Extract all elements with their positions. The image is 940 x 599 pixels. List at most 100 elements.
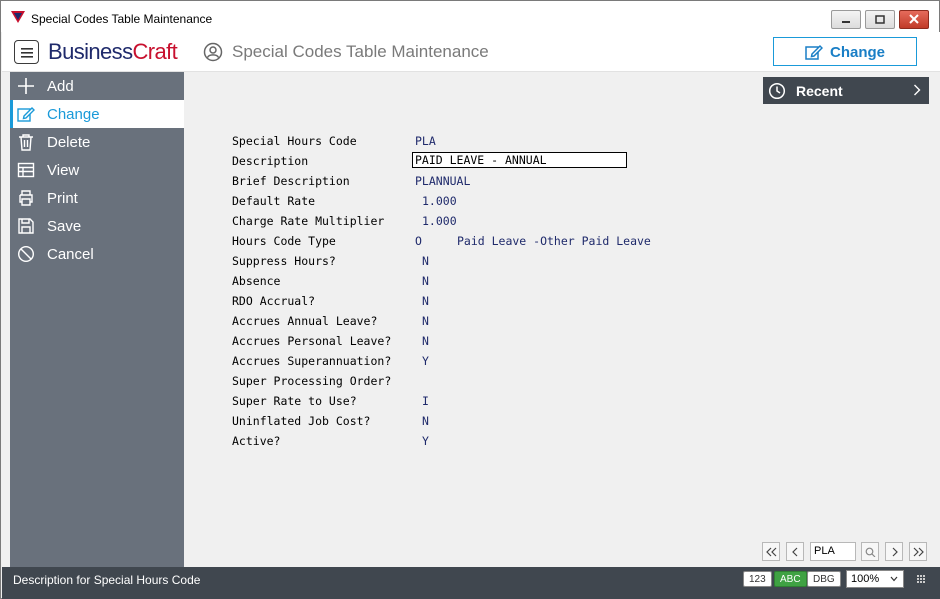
field-value[interactable]: I — [422, 394, 429, 408]
field-label: RDO Accrual? — [232, 294, 316, 308]
field-label: Accrues Annual Leave? — [232, 314, 378, 328]
close-button[interactable] — [899, 10, 929, 29]
app-logo-icon — [11, 11, 25, 23]
app-window: Special Codes Table Maintenance Business… — [0, 0, 940, 599]
sidebar-item-label: Print — [47, 190, 78, 207]
maximize-icon — [875, 15, 885, 24]
table-icon — [17, 162, 35, 178]
hamburger-icon — [21, 48, 33, 58]
sidebar-item-label: Add — [47, 78, 74, 95]
plus-icon — [18, 78, 34, 94]
menu-button[interactable] — [14, 40, 39, 64]
field-value[interactable]: N — [422, 414, 429, 428]
double-chevron-right-icon — [913, 547, 924, 557]
chevron-down-icon — [890, 576, 898, 582]
field-value[interactable]: N — [422, 314, 429, 328]
status-bar: Description for Special Hours Code 123 A… — [2, 567, 940, 599]
record-code-input[interactable]: PLA — [810, 542, 856, 561]
clock-icon — [768, 82, 786, 100]
save-icon — [18, 218, 34, 234]
field-label: Description — [232, 154, 309, 168]
numeric-mode-indicator[interactable]: 123 — [743, 571, 772, 587]
logo-text-craft: Craft — [132, 39, 178, 64]
cancel-icon — [17, 245, 35, 263]
field-label: Suppress Hours? — [232, 254, 336, 268]
sidebar-item-delete[interactable]: Delete — [10, 128, 184, 156]
sidebar-item-change[interactable]: Change — [10, 100, 184, 128]
field-label: Hours Code Type — [232, 234, 336, 248]
double-chevron-left-icon — [766, 547, 777, 557]
field-label: Accrues Superannuation? — [232, 354, 392, 368]
page-title: Special Codes Table Maintenance — [232, 42, 489, 61]
debug-mode-indicator[interactable]: DBG — [807, 571, 841, 587]
field-label: Absence — [232, 274, 281, 288]
sidebar-item-view[interactable]: View — [10, 156, 184, 184]
field-value[interactable]: N — [422, 274, 429, 288]
chevron-right-icon — [914, 84, 921, 96]
field-label: Special Hours Code — [232, 134, 357, 148]
previous-record-button[interactable] — [786, 542, 804, 561]
edit-icon — [805, 44, 823, 60]
left-margin — [2, 72, 10, 567]
maximize-button[interactable] — [865, 10, 895, 29]
field-value[interactable]: PLA — [415, 134, 436, 148]
main-content: Recent Special Hours Code PLA Descriptio… — [184, 72, 940, 567]
field-value-description: Paid Leave -Other Paid Leave — [457, 234, 651, 248]
field-label: Uninflated Job Cost? — [232, 414, 371, 428]
sidebar-item-add[interactable]: Add — [10, 72, 184, 100]
search-record-button[interactable] — [861, 542, 879, 561]
sidebar-item-label: Save — [47, 218, 82, 235]
field-label: Active? — [232, 434, 281, 448]
close-icon — [909, 14, 919, 24]
user-circle-icon — [203, 42, 223, 62]
description-input[interactable]: PAID LEAVE - ANNUAL — [412, 152, 627, 168]
minimize-icon — [842, 21, 850, 23]
field-value[interactable]: PLANNUAL — [415, 174, 470, 188]
field-value[interactable]: N — [422, 294, 429, 308]
field-value[interactable]: 1.000 — [422, 214, 457, 228]
edit-icon — [17, 107, 35, 122]
field-value[interactable]: 1.000 — [422, 194, 457, 208]
resize-grip-icon[interactable] — [917, 575, 925, 583]
caps-mode-indicator[interactable]: ABC — [774, 571, 807, 587]
sidebar-item-label: Delete — [47, 134, 91, 151]
field-label: Super Processing Order? — [232, 374, 392, 388]
sidebar-item-label: Change — [47, 106, 100, 123]
sidebar-item-print[interactable]: Print — [10, 184, 184, 212]
first-record-button[interactable] — [762, 542, 780, 561]
field-label: Default Rate — [232, 194, 316, 208]
sidebar-item-label: Cancel — [47, 246, 94, 263]
recent-label: Recent — [796, 83, 843, 99]
field-value[interactable]: O — [415, 234, 422, 248]
sidebar-item-label: View — [47, 162, 80, 179]
trash-icon — [19, 134, 33, 151]
minimize-button[interactable] — [831, 10, 861, 29]
field-label: Charge Rate Multiplier — [232, 214, 385, 228]
search-icon — [865, 547, 876, 557]
recent-panel-toggle[interactable]: Recent — [763, 77, 929, 104]
field-value[interactable]: Y — [422, 354, 429, 368]
window-title: Special Codes Table Maintenance — [31, 12, 213, 26]
change-mode-label: Change — [830, 44, 886, 61]
change-mode-button[interactable]: Change — [773, 37, 917, 66]
status-message: Description for Special Hours Code — [13, 573, 201, 587]
zoom-select[interactable]: 100% — [846, 570, 904, 588]
next-record-button[interactable] — [885, 542, 903, 561]
title-bar: Special Codes Table Maintenance — [1, 1, 939, 32]
printer-icon — [19, 190, 33, 206]
field-label: Super Rate to Use? — [232, 394, 357, 408]
last-record-button[interactable] — [909, 542, 927, 561]
field-label: Brief Description — [232, 174, 350, 188]
field-value[interactable]: N — [422, 334, 429, 348]
sidebar-item-save[interactable]: Save — [10, 212, 184, 240]
chevron-right-icon — [892, 547, 898, 557]
zoom-value: 100% — [851, 573, 880, 585]
logo-text-business: Business — [48, 39, 133, 64]
sidebar-item-cancel[interactable]: Cancel — [10, 240, 184, 268]
field-value[interactable]: N — [422, 254, 429, 268]
app-header: BusinessCraft Special Codes Table Mainte… — [2, 32, 940, 72]
field-value[interactable]: Y — [422, 434, 429, 448]
businesscraft-logo: BusinessCraft — [48, 39, 178, 65]
field-label: Accrues Personal Leave? — [232, 334, 392, 348]
chevron-left-icon — [792, 547, 798, 557]
